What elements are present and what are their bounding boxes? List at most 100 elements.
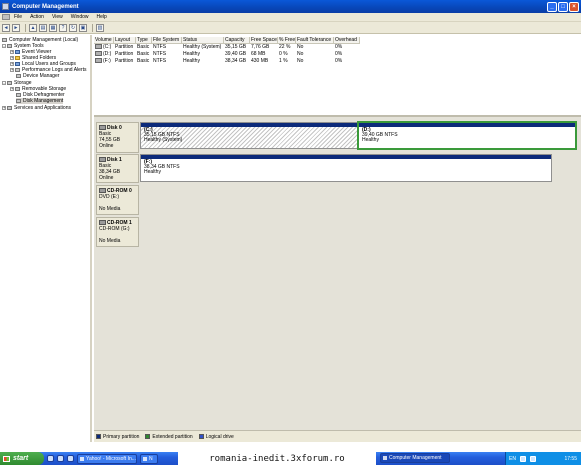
capacity-cell: 39,40 GB — [225, 51, 247, 57]
logical-drive-swatch — [198, 434, 204, 439]
column-header[interactable]: Type — [136, 37, 152, 44]
fault-tolerance-cell: No — [297, 58, 304, 64]
layout-cell: Partition — [115, 58, 134, 64]
tree-item-services[interactable]: + Services and Applications — [2, 105, 71, 111]
table-row[interactable]: (C:) Partition Basic NTFS Healthy (Syste… — [94, 44, 360, 51]
storage-icon — [7, 81, 12, 85]
help-icon[interactable]: ? — [59, 23, 67, 32]
event-viewer-icon — [15, 50, 20, 54]
quick-launch-media-icon[interactable] — [57, 455, 64, 462]
expand-icon[interactable]: + — [2, 106, 6, 110]
view-icon[interactable]: ▥ — [96, 23, 104, 32]
menu-action[interactable]: Action — [26, 14, 48, 20]
column-header[interactable]: Overhead — [334, 37, 360, 44]
layout-cell: Partition — [115, 44, 134, 50]
file-system-cell: NTFS — [153, 58, 167, 64]
expand-icon[interactable]: + — [10, 56, 14, 60]
type-cell: Basic — [137, 51, 150, 57]
tree-item-device-manager[interactable]: Device Manager — [16, 73, 59, 79]
table-row[interactable]: (D:) Partition Basic NTFS Healthy 39,40 … — [94, 51, 360, 58]
free-space-cell: 7,76 GB — [251, 44, 270, 50]
quick-launch-desktop-icon[interactable] — [67, 455, 74, 462]
disk-management-icon — [16, 99, 21, 103]
tree-item-disk-management[interactable]: Disk Management — [16, 98, 64, 104]
windows-logo-icon — [3, 455, 10, 462]
cdrom-0-label[interactable]: CD-ROM 0 DVD (E:) No Media — [96, 185, 139, 215]
disk-state: Online — [99, 175, 114, 181]
collapse-icon[interactable]: - — [2, 44, 6, 48]
partition-f[interactable]: (F:) 38,34 GB NTFS Healthy — [140, 154, 552, 182]
cdrom-media: No Media — [99, 238, 121, 244]
refresh-icon[interactable]: ↻ — [69, 23, 77, 32]
show-hide-tree-icon[interactable]: ▤ — [39, 23, 47, 32]
capacity-cell: 38,34 GB — [225, 58, 247, 64]
column-header[interactable]: Free Space — [250, 37, 278, 44]
language-indicator[interactable]: EN — [509, 456, 516, 462]
status-cell: Healthy (System) — [183, 44, 222, 50]
partition-d[interactable]: (D:) 39,40 GB NTFS Healthy — [357, 121, 577, 150]
back-icon[interactable]: ◄ — [2, 23, 10, 32]
status-cell: Healthy — [183, 58, 200, 64]
start-button[interactable]: start — [0, 452, 44, 465]
cdrom-media: No Media — [99, 206, 121, 212]
column-header[interactable]: Status — [182, 37, 224, 44]
partition-c[interactable]: (C:) 35,15 GB NTFS Healthy (System) — [140, 122, 358, 149]
expand-icon[interactable]: + — [10, 50, 14, 54]
window-title: Computer Management — [12, 3, 79, 10]
export-icon[interactable]: ▣ — [79, 23, 87, 32]
column-header[interactable]: Capacity — [224, 37, 250, 44]
disk-state: Online — [99, 143, 114, 149]
title-bar: Computer Management _ □ × — [0, 0, 581, 13]
disk-graphical-view: Disk 0 Basic 74,55 GB Online (C:) 35,15 … — [94, 115, 581, 430]
cdrom-type: CD-ROM (G:) — [99, 226, 130, 232]
column-header[interactable]: Layout — [114, 37, 136, 44]
cdrom-type: DVD (E:) — [99, 194, 119, 200]
table-row[interactable]: (F:) Partition Basic NTFS Healthy 38,34 … — [94, 58, 360, 65]
expand-icon[interactable]: + — [10, 68, 14, 72]
cdrom-1-label[interactable]: CD-ROM 1 CD-ROM (G:) No Media — [96, 217, 139, 247]
network-icon[interactable] — [519, 455, 526, 462]
expand-icon[interactable]: + — [10, 87, 14, 91]
expand-icon[interactable]: + — [10, 62, 14, 66]
up-icon[interactable]: ▲ — [29, 23, 37, 32]
disk-1-label[interactable]: Disk 1 Basic 38,34 GB Online — [96, 154, 139, 183]
forward-icon[interactable]: ► — [12, 23, 20, 32]
properties-icon[interactable]: ▦ — [49, 23, 57, 32]
menu-window[interactable]: Window — [67, 14, 93, 20]
quick-launch-ie-icon[interactable] — [47, 455, 54, 462]
legend-primary: Primary partition — [103, 433, 140, 440]
disk-0-label[interactable]: Disk 0 Basic 74,55 GB Online — [96, 122, 139, 153]
overhead-cell: 0% — [335, 44, 343, 50]
toolbar-separator — [92, 23, 93, 32]
column-header[interactable]: Fault Tolerance — [296, 37, 334, 44]
column-header[interactable]: % Free — [278, 37, 296, 44]
volume-icon[interactable] — [529, 455, 536, 462]
overhead-cell: 0% — [335, 58, 343, 64]
taskbar-item-computer-management[interactable]: Computer Management — [380, 453, 450, 463]
system-menu-icon[interactable] — [2, 14, 10, 20]
taskbar-item-yahoo[interactable]: Yahoo! - Microsoft In... — [77, 453, 137, 464]
menu-help[interactable]: Help — [93, 14, 111, 20]
clock: 17:55 — [564, 455, 577, 462]
watermark-overlay: romania-inedit.3xforum.ro — [178, 452, 376, 465]
free-space-cell: 68 MB — [251, 51, 266, 57]
maximize-button[interactable]: □ — [558, 1, 568, 12]
close-button[interactable]: × — [569, 1, 579, 12]
capacity-cell: 35,15 GB — [225, 44, 247, 50]
collapse-icon[interactable]: - — [2, 81, 6, 85]
users-icon — [15, 62, 20, 66]
computer-management-icon — [2, 3, 9, 10]
minimize-button[interactable]: _ — [547, 1, 557, 12]
fault-tolerance-cell: No — [297, 51, 304, 57]
taskbar-item-second[interactable]: N — [140, 453, 158, 464]
column-header[interactable]: File System — [152, 37, 182, 44]
column-header[interactable]: Volume — [94, 37, 114, 44]
partition-legend: Primary partition Extended partition Log… — [94, 430, 581, 442]
primary-partition-swatch — [96, 434, 101, 439]
tree-label: Device Manager — [23, 73, 60, 79]
toolbar-separator — [25, 23, 26, 32]
menu-file[interactable]: File — [10, 14, 26, 20]
volume-list: Volume Layout Type File System Status Ca… — [94, 35, 581, 115]
fault-tolerance-cell: No — [297, 44, 304, 50]
menu-view[interactable]: View — [48, 14, 67, 20]
